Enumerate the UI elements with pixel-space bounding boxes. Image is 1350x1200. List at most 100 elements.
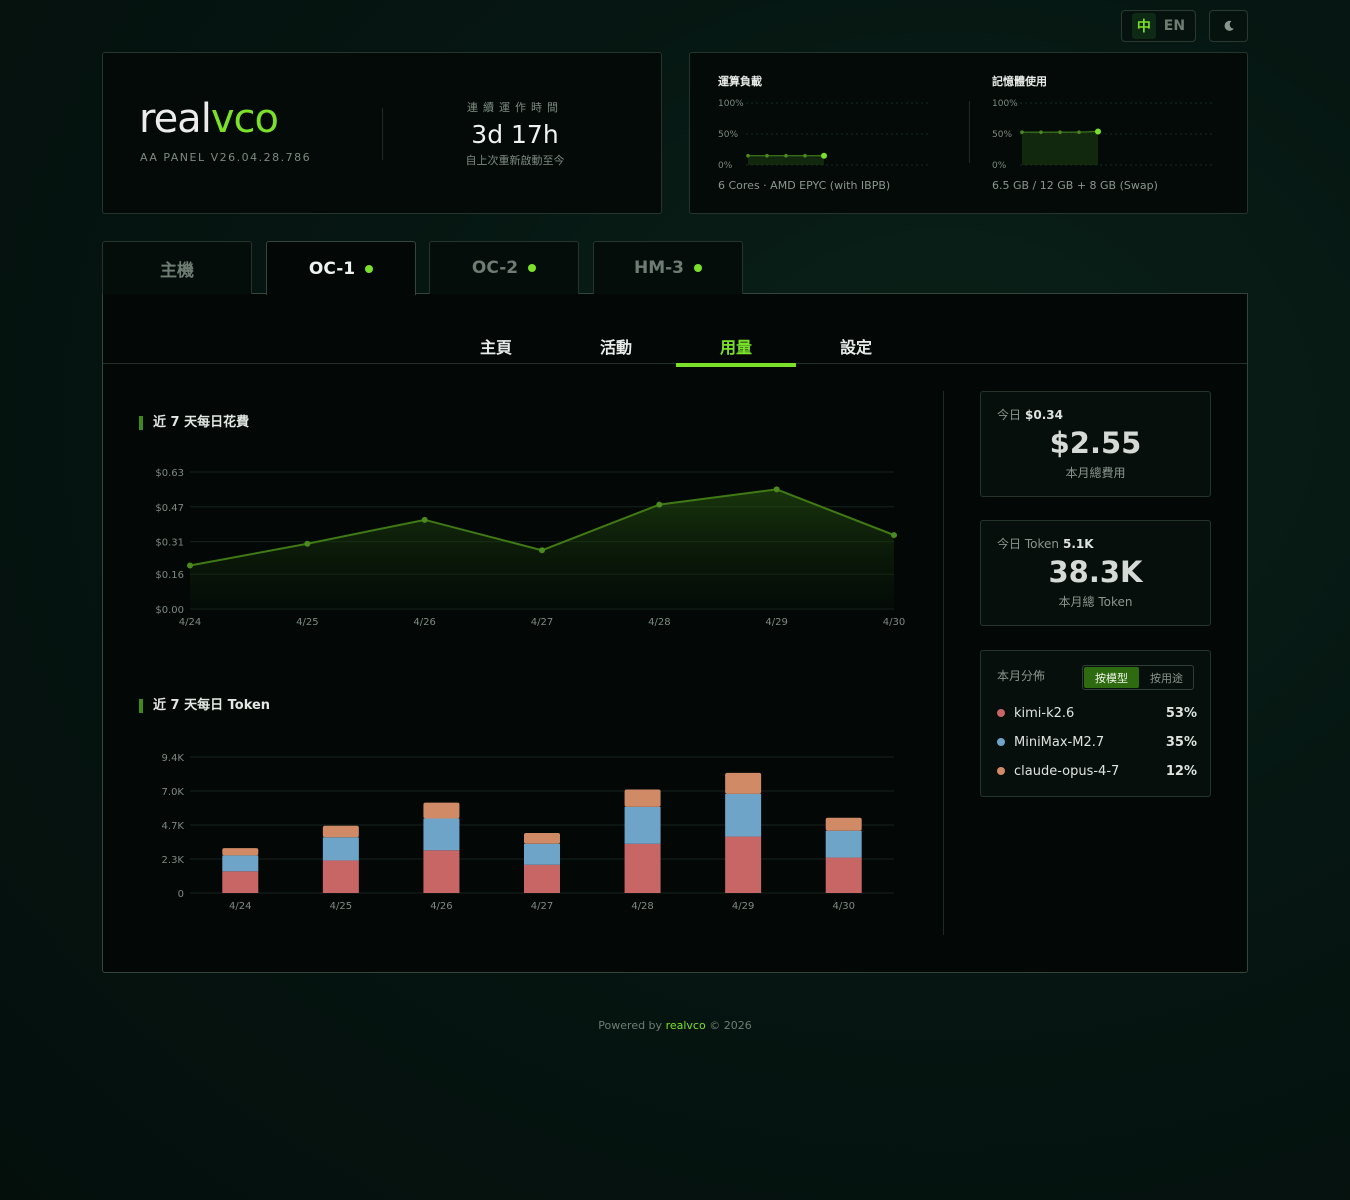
x-tick-label: 4/24 xyxy=(179,617,201,628)
x-tick-label: 4/26 xyxy=(413,617,435,628)
host-tab-oc-1[interactable]: OC-1 xyxy=(266,241,416,295)
x-tick-label: 4/30 xyxy=(832,901,854,912)
subtab-settings[interactable]: 設定 xyxy=(796,334,916,358)
token-bar-segment xyxy=(222,848,259,856)
token-bar-segment xyxy=(423,802,460,819)
token-bar-segment xyxy=(825,857,862,893)
load-point xyxy=(1020,130,1024,134)
model-name: kimi-k2.6 xyxy=(1014,705,1075,721)
subtab-home[interactable]: 主頁 xyxy=(436,334,556,358)
y-tick-label: 7.0K xyxy=(162,787,185,798)
y-tick-label: 0 xyxy=(178,889,184,900)
monthly-token-card: 今日 Token 5.1K 38.3K 本月總 Token xyxy=(980,520,1211,626)
axis-tick-label: 100% xyxy=(718,99,744,109)
token-bar-segment xyxy=(322,837,359,861)
x-tick-label: 4/27 xyxy=(531,901,553,912)
load-point xyxy=(803,153,807,158)
spend-point xyxy=(304,540,311,547)
axis-tick-label: 50% xyxy=(992,130,1012,140)
host-tab-main[interactable]: 主機 xyxy=(102,241,252,294)
x-tick-label: 4/25 xyxy=(330,901,352,912)
spend-point xyxy=(421,516,428,523)
y-tick-label: $0.00 xyxy=(155,605,184,616)
active-tab-indicator xyxy=(676,363,796,367)
spend-point xyxy=(891,532,897,539)
token-chart-title: 近 7 天每日 Token xyxy=(139,699,270,713)
system-card: 運算負載 100% 50% 0% 6 Cores · AMD EPYC (with … xyxy=(689,52,1248,214)
model-percent: 53% xyxy=(1165,705,1197,721)
token-bar-segment xyxy=(222,871,259,893)
theme-toggle-button[interactable] xyxy=(1209,10,1248,42)
distribution-title: 本月分佈 xyxy=(997,669,1046,683)
online-status-dot xyxy=(528,264,537,272)
model-name: claude-opus-4-7 xyxy=(1014,763,1120,779)
token-bar-segment xyxy=(524,832,560,844)
load-point xyxy=(1039,130,1043,134)
subtab-usage[interactable]: 用量 xyxy=(676,334,796,358)
token-bar-segment xyxy=(725,836,762,893)
y-tick-label: 4.7K xyxy=(162,821,185,832)
y-tick-label: $0.16 xyxy=(155,570,184,581)
distribution-item: MiniMax-M2.7 35% xyxy=(997,733,1197,751)
spend-point xyxy=(539,547,545,554)
lang-en-option[interactable]: EN xyxy=(1164,18,1185,34)
uptime-label: 連續運作時間 xyxy=(467,101,563,114)
brand-card: realvco AA PANEL V26.04.28.786 連續運作時間 3d… xyxy=(102,52,662,214)
lang-zh-option[interactable]: 中 xyxy=(1131,13,1156,39)
monthly-cost-label: 本月總費用 xyxy=(1065,466,1126,480)
x-tick-label: 4/26 xyxy=(430,901,452,912)
cpu-title: 運算負載 xyxy=(718,75,762,88)
token-bar-segment xyxy=(825,817,862,831)
footer: Powered by realvco © 2026 xyxy=(598,1019,752,1032)
token-bar-segment xyxy=(222,855,259,872)
host-tab-hm-3[interactable]: HM-3 xyxy=(593,241,743,294)
mem-sub: 6.5 GB / 12 GB + 8 GB (Swap) xyxy=(992,179,1158,192)
host-tab-label: HM-3 xyxy=(633,258,685,278)
spend-point xyxy=(187,562,193,569)
subtab-activity[interactable]: 活動 xyxy=(556,334,676,358)
y-tick-label: 2.3K xyxy=(162,855,185,866)
memory-usage-chart: 100% 50% 0% xyxy=(992,99,1212,171)
token-bar-segment xyxy=(624,789,661,807)
load-area xyxy=(1022,131,1098,165)
language-switch[interactable]: 中 EN xyxy=(1121,10,1196,42)
monthly-cost-value: $2.55 xyxy=(1049,426,1142,460)
x-tick-label: 4/27 xyxy=(531,617,553,628)
spend-point xyxy=(656,501,663,508)
token-bar-segment xyxy=(725,793,762,837)
online-status-dot xyxy=(365,264,374,273)
token-bar-segment xyxy=(624,806,661,844)
footer-brand-link[interactable]: realvco xyxy=(666,1019,706,1032)
distribution-item: claude-opus-4-7 12% xyxy=(997,762,1197,780)
host-tab-label: 主機 xyxy=(160,260,194,281)
mem-title: 記憶體使用 xyxy=(992,75,1047,88)
axis-tick-label: 100% xyxy=(992,99,1018,109)
distribution-card: 本月分佈 按模型 按用途 kimi-k2.6 53% MiniMax-M2.7 … xyxy=(980,650,1211,797)
by-model-button[interactable]: 按模型 xyxy=(1084,667,1139,688)
daily-spend-chart: $0.00 $0.16 $0.31 $0.47 $0.63 4/24 4/25 4/26 4/2… xyxy=(155,468,905,628)
axis-tick-label: 50% xyxy=(718,130,738,140)
spend-point xyxy=(773,486,780,493)
divider xyxy=(382,108,383,160)
monthly-cost-card: 今日 $0.34 $2.55 本月總費用 xyxy=(980,391,1211,497)
y-tick-label: $0.47 xyxy=(155,503,184,514)
cpu-sub: 6 Cores · AMD EPYC (with IBPB) xyxy=(718,179,891,192)
divider xyxy=(969,101,970,163)
host-tab-label: OC-1 xyxy=(308,258,356,279)
moon-icon xyxy=(1224,20,1234,31)
sub-navigation: 主頁 活動 用量 設定 xyxy=(103,324,1247,367)
token-bar-segment xyxy=(322,825,359,838)
load-point xyxy=(821,152,827,159)
distribution-item: kimi-k2.6 53% xyxy=(997,704,1197,722)
x-tick-label: 4/25 xyxy=(296,617,318,628)
monthly-token-value: 38.3K xyxy=(1048,555,1143,589)
load-point xyxy=(1077,130,1081,134)
host-tab-oc-2[interactable]: OC-2 xyxy=(429,241,579,294)
x-tick-label: 4/28 xyxy=(648,617,670,628)
by-purpose-button[interactable]: 按用途 xyxy=(1140,666,1193,689)
today-token: 今日 Token 5.1K xyxy=(997,537,1094,551)
daily-token-chart: 0 2.3K 4.7K 7.0K 9.4K 4/24 4/25 4/26 4/27 4/28 4/2… xyxy=(162,753,894,912)
x-tick-label: 4/28 xyxy=(631,901,653,912)
x-tick-label: 4/24 xyxy=(229,901,251,912)
spend-chart-title: 近 7 天每日花費 xyxy=(139,416,249,430)
